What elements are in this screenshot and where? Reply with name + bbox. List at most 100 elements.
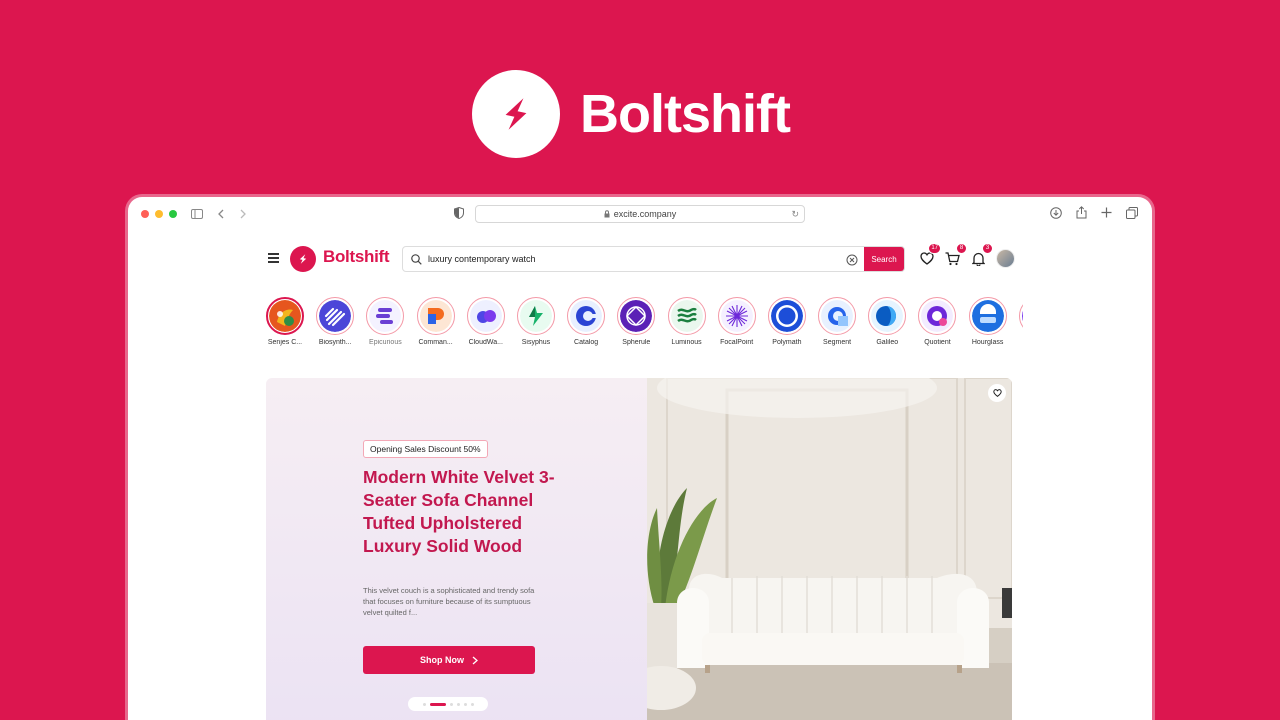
heart-icon bbox=[919, 252, 934, 265]
story-item[interactable]: Galileo bbox=[868, 297, 907, 349]
download-icon[interactable] bbox=[1050, 206, 1062, 219]
story-item[interactable]: Sisyphus bbox=[516, 297, 555, 349]
site-brand-name[interactable]: Boltshift bbox=[323, 247, 390, 267]
story-ring[interactable] bbox=[416, 297, 455, 335]
story-ring[interactable] bbox=[316, 297, 355, 335]
story-ring[interactable] bbox=[868, 297, 907, 335]
quotient-icon bbox=[921, 300, 954, 332]
search-bar: Search bbox=[402, 246, 905, 272]
story-item[interactable]: Senjes C... bbox=[266, 297, 304, 349]
story-item[interactable]: Hourglass bbox=[968, 297, 1007, 349]
story-ring[interactable] bbox=[767, 297, 806, 335]
story-label: CloudWa... bbox=[468, 339, 503, 346]
carousel-pagination bbox=[408, 697, 488, 711]
story-item[interactable]: Epicurious bbox=[366, 297, 405, 349]
story-label: Comman... bbox=[418, 339, 453, 346]
favorite-button[interactable] bbox=[988, 384, 1006, 402]
minimize-window-button[interactable] bbox=[155, 210, 163, 218]
bolt-logo-icon[interactable] bbox=[290, 246, 316, 272]
story-item[interactable]: A... bbox=[1018, 297, 1023, 349]
story-label: Galileo bbox=[876, 339, 899, 346]
discount-badge: Opening Sales Discount 50% bbox=[363, 440, 488, 458]
brand-name: Boltshift bbox=[580, 84, 791, 144]
story-ring[interactable] bbox=[466, 297, 505, 335]
story-item[interactable]: Catalog bbox=[567, 297, 606, 349]
hero-product-image bbox=[647, 378, 1012, 720]
story-item[interactable]: Segment bbox=[818, 297, 857, 349]
story-ring[interactable] bbox=[266, 297, 304, 335]
story-ring[interactable] bbox=[818, 297, 857, 335]
address-bar[interactable]: excite.company ↻ bbox=[475, 205, 805, 223]
story-item[interactable]: Quotient bbox=[918, 297, 957, 349]
spherule-icon bbox=[620, 300, 653, 332]
cloudwatch-icon bbox=[469, 300, 502, 332]
story-ring[interactable] bbox=[1018, 297, 1023, 335]
galileo-icon bbox=[871, 300, 904, 332]
story-item[interactable]: CloudWa... bbox=[466, 297, 505, 349]
reload-icon[interactable]: ↻ bbox=[791, 209, 799, 220]
story-ring[interactable] bbox=[667, 297, 706, 335]
carousel-dot[interactable] bbox=[456, 702, 460, 706]
browser-toolbar: excite.company ↻ bbox=[128, 197, 1152, 231]
privacy-shield-icon[interactable] bbox=[454, 207, 464, 219]
window-controls bbox=[141, 210, 177, 218]
story-label: Quotient bbox=[924, 339, 951, 346]
hero-description: This velvet couch is a sophisticated and… bbox=[363, 586, 535, 617]
brand-stories-row: Senjes C... Biosynth... Epicurious Comman..… bbox=[266, 297, 1023, 349]
story-ring[interactable] bbox=[366, 297, 405, 335]
story-item[interactable]: Luminous bbox=[667, 297, 706, 349]
wishlist-button[interactable]: 17 bbox=[918, 242, 941, 268]
avatar[interactable] bbox=[996, 249, 1015, 268]
lock-icon bbox=[604, 210, 610, 218]
story-item[interactable]: Biosynth... bbox=[316, 297, 355, 349]
maximize-window-button[interactable] bbox=[169, 210, 177, 218]
carousel-dot[interactable] bbox=[422, 702, 426, 706]
cart-count-badge: 8 bbox=[956, 242, 967, 254]
new-tab-icon[interactable] bbox=[1101, 207, 1112, 218]
story-item[interactable]: FocalPoint bbox=[717, 297, 756, 349]
hero-banner: Opening Sales Discount 50% Modern White … bbox=[266, 378, 1012, 720]
search-button[interactable]: Search bbox=[864, 247, 904, 271]
notifications-button[interactable]: 3 bbox=[970, 242, 993, 268]
story-label: Catalog bbox=[574, 339, 599, 346]
tab-overview-icon[interactable] bbox=[1126, 206, 1138, 219]
shop-now-button[interactable]: Shop Now bbox=[363, 646, 535, 674]
back-icon[interactable] bbox=[217, 209, 225, 219]
story-label: Senjes C... bbox=[267, 339, 303, 346]
story-ring[interactable] bbox=[968, 297, 1007, 335]
hero-title: Modern White Velvet 3-Seater Sofa Channe… bbox=[363, 467, 555, 556]
story-label: Sisyphus bbox=[521, 339, 551, 346]
story-ring[interactable] bbox=[617, 297, 656, 335]
story-label: A... bbox=[1013, 339, 1023, 346]
sisyphus-icon bbox=[519, 300, 552, 332]
sidebar-toggle-icon[interactable] bbox=[191, 209, 203, 219]
carousel-dot[interactable] bbox=[470, 702, 474, 706]
biosynthesis-icon bbox=[319, 300, 352, 332]
forward-icon[interactable] bbox=[239, 209, 247, 219]
story-item[interactable]: Comman... bbox=[416, 297, 455, 349]
story-ring[interactable] bbox=[717, 297, 756, 335]
search-input[interactable] bbox=[428, 254, 838, 264]
close-window-button[interactable] bbox=[141, 210, 149, 218]
story-item[interactable]: Polymath bbox=[767, 297, 806, 349]
partial-icon bbox=[1021, 300, 1023, 332]
story-ring[interactable] bbox=[918, 297, 957, 335]
story-label: Epicurious bbox=[369, 339, 402, 346]
menu-icon[interactable] bbox=[268, 253, 279, 265]
story-ring[interactable] bbox=[567, 297, 606, 335]
polymath-icon bbox=[770, 300, 803, 332]
clear-search-icon[interactable] bbox=[846, 253, 858, 271]
sofa-room-illustration bbox=[647, 378, 1012, 720]
story-label: FocalPoint bbox=[720, 339, 754, 346]
story-item[interactable]: Spherule bbox=[617, 297, 656, 349]
story-label: Polymath bbox=[772, 339, 802, 346]
carousel-dot[interactable] bbox=[463, 702, 467, 706]
share-icon[interactable] bbox=[1076, 206, 1087, 219]
cart-button[interactable]: 8 bbox=[944, 242, 967, 268]
shop-now-label: Shop Now bbox=[420, 655, 464, 665]
carousel-dot[interactable] bbox=[429, 702, 446, 706]
carousel-dot[interactable] bbox=[449, 702, 453, 706]
segment-icon bbox=[821, 300, 854, 332]
bell-icon bbox=[972, 252, 985, 266]
story-ring[interactable] bbox=[516, 297, 555, 335]
